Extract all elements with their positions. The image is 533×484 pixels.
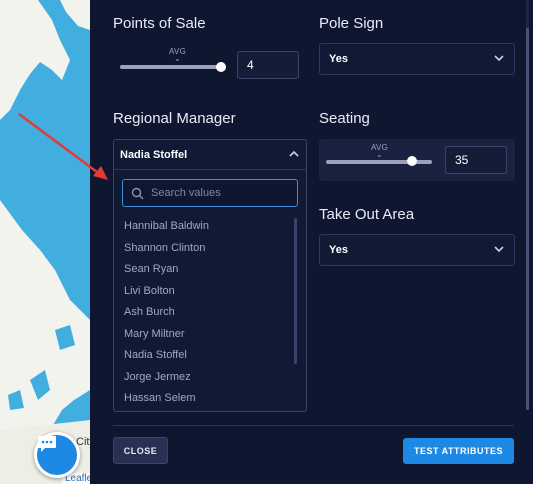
chat-button[interactable] <box>34 432 80 478</box>
points-of-sale-label: Points of Sale <box>113 15 206 32</box>
points-of-sale-value: 4 <box>247 58 254 72</box>
seating-label: Seating <box>319 110 370 127</box>
regional-manager-options: Hannibal Baldwin Shannon Clinton Sean Ry… <box>124 216 294 410</box>
option-item[interactable]: Hannibal Baldwin <box>124 216 294 238</box>
option-item[interactable]: Nadia Stoffel <box>124 345 294 367</box>
regional-manager-select[interactable]: Nadia Stoffel <box>113 139 307 169</box>
chevron-down-icon <box>493 52 505 67</box>
attributes-panel: Points of Sale AVG ⌄ 4 Pole Sign Yes Reg… <box>90 0 533 484</box>
avg-marker-icon: ⌄ <box>376 150 383 159</box>
pole-sign-value: Yes <box>329 53 348 65</box>
pole-sign-select[interactable]: Yes <box>319 43 515 75</box>
close-button[interactable]: CLOSE <box>113 437 168 464</box>
seating-slider-thumb[interactable] <box>407 156 417 166</box>
option-item[interactable]: Shannon Clinton <box>124 238 294 260</box>
panel-scrollbar-thumb[interactable] <box>526 28 529 410</box>
option-item[interactable]: Ash Burch <box>124 302 294 324</box>
search-values-box[interactable] <box>122 179 298 207</box>
test-attributes-button[interactable]: TEST ATTRIBUTES <box>403 438 514 464</box>
take-out-area-select[interactable]: Yes <box>319 234 515 266</box>
map-background[interactable]: City Leaflet <box>0 0 90 484</box>
points-of-sale-slider-track[interactable] <box>120 65 222 69</box>
footer-divider <box>113 425 514 426</box>
avg-marker-icon: ⌄ <box>174 54 181 63</box>
regional-manager-dropdown: Hannibal Baldwin Shannon Clinton Sean Ry… <box>113 169 307 412</box>
seating-value: 35 <box>455 153 469 167</box>
option-item[interactable]: Hassan Selem <box>124 388 294 410</box>
points-of-sale-input[interactable]: 4 <box>237 51 299 79</box>
dropdown-scrollbar[interactable] <box>294 218 297 364</box>
pole-sign-label: Pole Sign <box>319 15 384 32</box>
regional-manager-label: Regional Manager <box>113 110 236 127</box>
search-values-input[interactable] <box>149 186 293 200</box>
search-icon <box>131 187 144 205</box>
map-tiles <box>0 0 90 484</box>
chevron-down-icon <box>493 243 505 258</box>
take-out-area-label: Take Out Area <box>319 206 415 223</box>
option-item[interactable]: Jorge Jermez <box>124 367 294 389</box>
chevron-up-icon <box>288 148 300 163</box>
option-item[interactable]: Mary Miltner <box>124 324 294 346</box>
points-of-sale-slider-thumb[interactable] <box>216 62 226 72</box>
seating-input[interactable]: 35 <box>445 146 507 174</box>
regional-manager-value: Nadia Stoffel <box>120 148 188 161</box>
option-item[interactable]: Sean Ryan <box>124 259 294 281</box>
option-item[interactable]: Livi Bolton <box>124 281 294 303</box>
take-out-area-value: Yes <box>329 244 348 256</box>
